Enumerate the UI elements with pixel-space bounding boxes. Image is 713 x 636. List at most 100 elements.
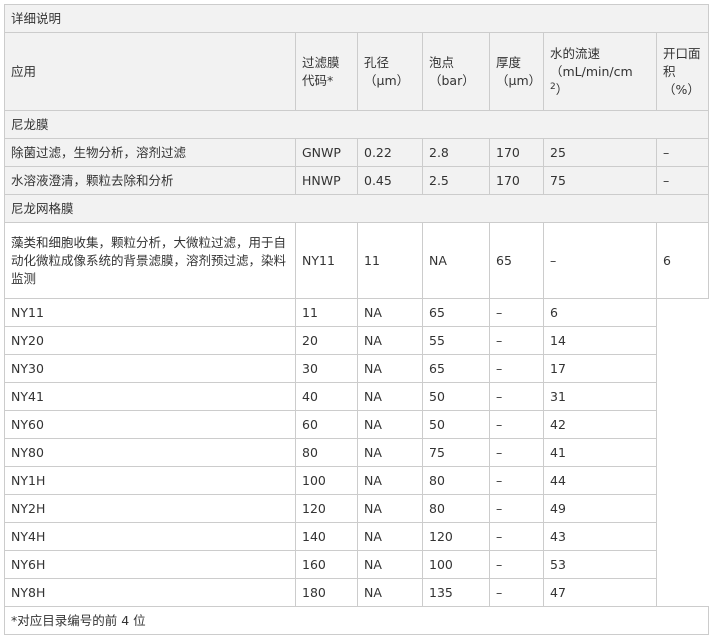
cell-col4: 80 — [422, 494, 490, 523]
header-code: 过滤膜代码* — [295, 32, 358, 111]
cell-flow: – — [543, 222, 657, 299]
cell-thickness: 170 — [489, 166, 544, 195]
cell-col4: 80 — [422, 466, 490, 495]
table-row: NY4H 140 NA 120 – 43 — [4, 522, 709, 551]
cell-col5: – — [489, 578, 544, 607]
cell-col1: NY6H — [4, 550, 296, 579]
table-row: NY8H 180 NA 135 – 47 — [4, 578, 709, 607]
cell-thickness: 65 — [489, 222, 544, 299]
cell-col3: NA — [357, 578, 423, 607]
table-row: NY41 40 NA 50 – 31 — [4, 382, 709, 411]
empty-cell — [656, 298, 709, 327]
cell-code: NY11 — [295, 222, 358, 299]
title-row: 详细说明 — [4, 4, 709, 33]
cell-pore: 11 — [357, 222, 423, 299]
cell-col6: 17 — [543, 354, 657, 383]
empty-cell — [657, 327, 709, 355]
cell-open: 6 — [656, 222, 709, 299]
cell-col1: NY8H — [4, 578, 296, 607]
table-row: NY6H 160 NA 100 – 53 — [4, 550, 709, 579]
cell-col2: 180 — [295, 578, 358, 607]
cell-col1: NY20 — [4, 326, 296, 355]
cell-col5: – — [489, 550, 544, 579]
cell-col2: 20 — [295, 326, 358, 355]
table-row: NY2H 120 NA 80 – 49 — [4, 494, 709, 523]
empty-cell — [657, 355, 709, 383]
cell-col1: NY2H — [4, 494, 296, 523]
cell-code: GNWP — [295, 138, 358, 167]
empty-cell — [657, 383, 709, 411]
cell-col1: NY4H — [4, 522, 296, 551]
empty-cell — [657, 411, 709, 439]
section-title-nylon: 尼龙膜 — [4, 110, 709, 139]
cell-col5: – — [489, 382, 544, 411]
header-open-area: 开口面积 （%） — [656, 32, 709, 111]
cell-open: – — [656, 166, 709, 195]
cell-col5: – — [489, 522, 544, 551]
cell-col4: 55 — [422, 326, 490, 355]
cell-col6: 6 — [543, 298, 657, 327]
cell-col4: 75 — [422, 438, 490, 467]
header-row: 应用 过滤膜代码* 孔径 （μm） 泡点 （bar） 厚度 （μm） 水的流速 （mL/… — [4, 32, 709, 111]
cell-col4: 135 — [422, 578, 490, 607]
cell-col6: 53 — [543, 550, 657, 579]
cell-bubble: 2.5 — [422, 166, 490, 195]
cell-col1: NY30 — [4, 354, 296, 383]
cell-col3: NA — [357, 550, 423, 579]
header-flow: 水的流速 （mL/min/cm2） — [543, 32, 657, 111]
cell-col6: 47 — [543, 578, 657, 607]
table-title: 详细说明 — [4, 4, 709, 33]
empty-cell — [657, 467, 709, 495]
section-title-nylon-mesh: 尼龙网格膜 — [4, 194, 709, 223]
cell-pore: 0.45 — [357, 166, 423, 195]
cell-col4: 50 — [422, 410, 490, 439]
cell-col6: 14 — [543, 326, 657, 355]
cell-col2: 140 — [295, 522, 358, 551]
cell-col3: NA — [357, 438, 423, 467]
cell-col6: 44 — [543, 466, 657, 495]
table-row: NY20 20 NA 55 – 14 — [4, 326, 709, 355]
cell-col6: 49 — [543, 494, 657, 523]
cell-col5: – — [489, 494, 544, 523]
cell-col1: NY11 — [4, 298, 296, 327]
cell-col1: NY1H — [4, 466, 296, 495]
cell-col4: 65 — [422, 354, 490, 383]
cell-col3: NA — [357, 326, 423, 355]
cell-col2: 60 — [295, 410, 358, 439]
cell-col4: 50 — [422, 382, 490, 411]
cell-col3: NA — [357, 382, 423, 411]
cell-col2: 30 — [295, 354, 358, 383]
header-application: 应用 — [4, 32, 296, 111]
empty-cell — [657, 495, 709, 523]
cell-bubble: NA — [422, 222, 490, 299]
empty-cell — [657, 523, 709, 551]
cell-flow: 25 — [543, 138, 657, 167]
cell-col6: 42 — [543, 410, 657, 439]
cell-col3: NA — [357, 494, 423, 523]
table-row: NY30 30 NA 65 – 17 — [4, 354, 709, 383]
cell-col5: – — [489, 466, 544, 495]
cell-thickness: 170 — [489, 138, 544, 167]
table-row: NY11 11 NA 65 – 6 — [4, 298, 709, 327]
cell-application: 水溶液澄清，颗粒去除和分析 — [4, 166, 296, 195]
cell-col3: NA — [357, 410, 423, 439]
header-thickness: 厚度 （μm） — [489, 32, 544, 111]
cell-col3: NA — [357, 354, 423, 383]
cell-col2: 80 — [295, 438, 358, 467]
table-row: NY80 80 NA 75 – 41 — [4, 438, 709, 467]
cell-application: 藻类和细胞收集，颗粒分析，大微粒过滤，用于自动化微粒成像系统的背景滤膜，溶剂预过… — [4, 222, 296, 299]
table-row: NY1H 100 NA 80 – 44 — [4, 466, 709, 495]
section-row-nylon: 尼龙膜 — [4, 110, 709, 139]
cell-flow: 75 — [543, 166, 657, 195]
cell-col1: NY80 — [4, 438, 296, 467]
footnote: *对应目录编号的前 4 位 — [4, 606, 709, 635]
footnote-row: *对应目录编号的前 4 位 — [4, 606, 709, 635]
cell-col1: NY60 — [4, 410, 296, 439]
cell-col5: – — [489, 410, 544, 439]
table-row: 除菌过滤，生物分析，溶剂过滤 GNWP 0.22 2.8 170 25 – — [4, 138, 709, 167]
empty-cell — [657, 551, 709, 579]
cell-col4: 65 — [422, 298, 490, 327]
cell-col3: NA — [357, 466, 423, 495]
cell-col4: 120 — [422, 522, 490, 551]
cell-col2: 11 — [295, 298, 358, 327]
